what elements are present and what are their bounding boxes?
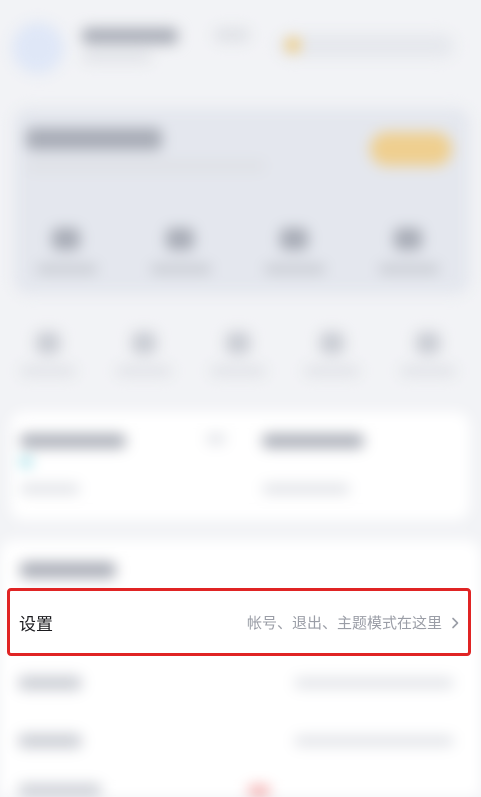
card-label-4 [378,264,440,274]
settings-title: 设置 [19,614,53,635]
list-row-4-title [18,784,102,796]
stats-left-title [20,434,126,448]
card-icon-1 [52,228,80,250]
list-row-2-desc [294,678,454,688]
blurred-background [0,0,481,797]
member-title-placeholder [26,128,162,150]
shortcut-icon-1 [36,332,60,354]
shortcut-label-3 [210,366,266,376]
member-button-placeholder [370,132,452,166]
badge-placeholder [214,28,250,42]
list-card [0,540,481,797]
shortcut-icon-4 [320,332,344,354]
shortcut-label-5 [400,366,456,376]
shortcut-icon-2 [132,332,156,354]
stats-left-accent [20,458,32,466]
settings-row[interactable]: 设置 帐号、退出、主题模式在这里 [7,588,471,656]
stats-card [10,412,470,520]
list-row-2-title [18,676,82,690]
username-placeholder [82,28,178,44]
list-row-3-title [18,734,82,748]
stats-divider [206,434,226,444]
shortcut-label-4 [304,366,360,376]
card-label-1 [36,264,98,274]
card-label-3 [264,264,326,274]
chevron-right-icon [448,615,462,629]
card-icon-3 [280,228,308,250]
card-icon-2 [166,228,194,250]
avatar [12,22,64,74]
card-label-2 [150,264,212,274]
stats-right-title [262,434,364,448]
shortcut-icon-5 [416,332,440,354]
list-section-title [20,562,116,578]
list-row-4-accent [248,786,270,796]
shortcut-icon-3 [226,332,250,354]
header-pill-dot [286,38,300,52]
stats-left-sub [20,484,80,494]
header-pill-placeholder [278,34,454,58]
member-subtitle-placeholder [26,160,266,172]
user-subtitle-placeholder [82,52,152,62]
shortcut-label-1 [20,366,76,376]
shortcut-label-2 [116,366,172,376]
card-icon-4 [394,228,422,250]
settings-description: 帐号、退出、主题模式在这里 [246,613,442,632]
stats-right-sub [262,484,350,494]
settings-right: 帐号、退出、主题模式在这里 [247,612,462,633]
list-row-3-desc [294,736,454,746]
